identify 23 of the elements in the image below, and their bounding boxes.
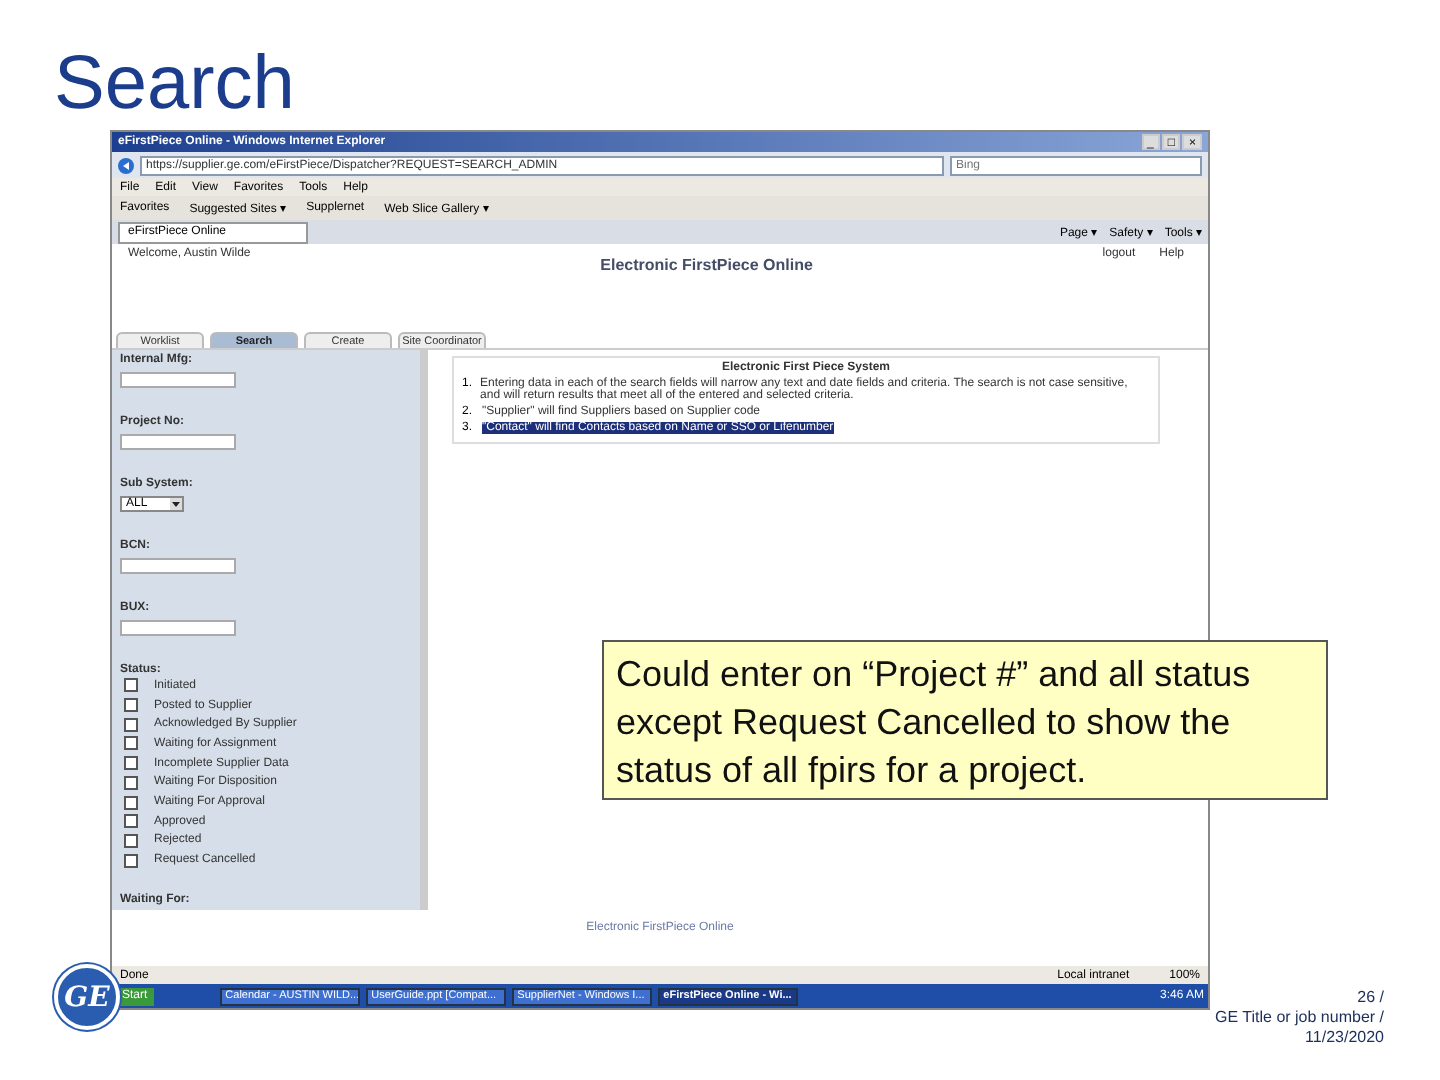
- checkbox[interactable]: [124, 833, 138, 848]
- checkbox[interactable]: [124, 775, 138, 790]
- slide-footer-text: GE Title or job number /: [1215, 1008, 1384, 1028]
- slide-title: Search: [52, 40, 295, 130]
- input-field[interactable]: [120, 620, 236, 636]
- checkbox[interactable]: [124, 717, 138, 732]
- checkbox[interactable]: [124, 814, 138, 829]
- logo: GE: [54, 964, 120, 1030]
- checkbox[interactable]: [124, 795, 138, 810]
- page-heading: Electronic FirstPiece Online: [600, 256, 813, 274]
- input-field[interactable]: [120, 372, 236, 388]
- checkbox[interactable]: [124, 756, 138, 771]
- checkbox[interactable]: [124, 736, 138, 751]
- slide-footer-text: 11/23/2020: [1305, 1028, 1384, 1048]
- input-field[interactable]: [120, 558, 236, 574]
- checkbox[interactable]: [124, 698, 138, 713]
- caret-icon: [170, 498, 182, 510]
- back-icon[interactable]: [118, 157, 134, 173]
- input-field[interactable]: [120, 434, 236, 450]
- callout-note: Could enter on “Project #” and all status except Request Cancelled to show the status of all fpirs for a project.: [602, 640, 1328, 800]
- checkbox[interactable]: [124, 853, 138, 868]
- checkbox[interactable]: [124, 678, 138, 693]
- slide-footer-text: 26 /: [1357, 988, 1384, 1008]
